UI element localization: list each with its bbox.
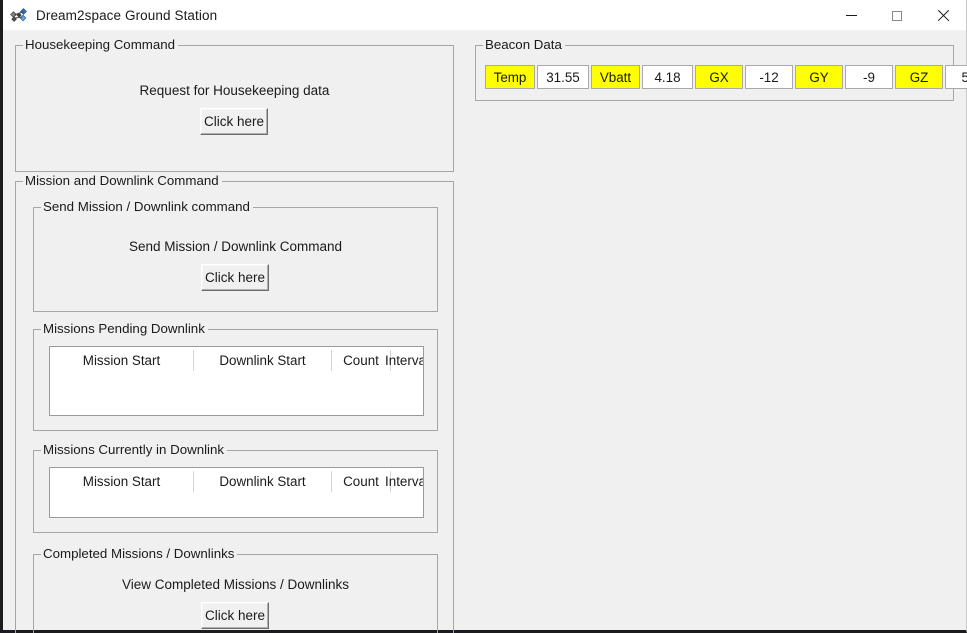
missions-current-group-title: Missions Currently in Downlink	[41, 443, 228, 457]
beacon-key-vbatt: Vbatt	[591, 65, 640, 89]
mission-downlink-group-title: Mission and Downlink Command	[23, 174, 222, 188]
beacon-value-gy: -9	[845, 65, 893, 89]
column-header: Interval	[385, 353, 423, 368]
title-bar: Dream2space Ground Station	[3, 0, 966, 31]
beacon-key-gz: GZ	[895, 65, 943, 89]
send-mission-downlink-group: Send Mission / Downlink command Send Mis…	[33, 200, 438, 312]
satellite-icon	[10, 6, 28, 24]
client-area: Housekeeping Command Request for Houseke…	[3, 31, 967, 633]
beacon-key-gx: GX	[695, 65, 743, 89]
housekeeping-prompt: Request for Housekeeping data	[139, 83, 330, 98]
send-mission-prompt: Send Mission / Downlink Command	[128, 239, 343, 254]
minimize-icon	[845, 15, 857, 16]
beacon-key-gy: GY	[795, 65, 843, 89]
window-controls	[828, 0, 966, 31]
column-header: Mission Start	[50, 350, 194, 371]
missions-current-table-header: Mission Start Downlink Start Count Inter…	[50, 468, 423, 495]
beacon-data-group: Beacon Data Temp 31.55 Vbatt 4.18 GX -12…	[475, 38, 967, 101]
completed-missions-click-here-button[interactable]: Click here	[201, 602, 269, 629]
column-header: Mission Start	[50, 471, 194, 492]
housekeeping-click-here-button[interactable]: Click here	[200, 108, 268, 135]
missions-current-table[interactable]: Mission Start Downlink Start Count Inter…	[49, 467, 424, 518]
completed-missions-prompt: View Completed Missions / Downlinks	[121, 577, 350, 592]
column-header: Count	[332, 350, 391, 371]
beacon-data-row: Temp 31.55 Vbatt 4.18 GX -12 GY -9 GZ 50	[485, 65, 967, 89]
completed-missions-group: Completed Missions / Downlinks View Comp…	[33, 547, 438, 633]
app-window: { "window": { "title": "Dream2space Grou…	[0, 0, 967, 633]
column-header: Interval	[385, 474, 423, 489]
beacon-value-vbatt: 4.18	[642, 65, 693, 89]
send-mission-group-title: Send Mission / Downlink command	[41, 200, 253, 214]
mission-downlink-command-group: Mission and Downlink Command Send Missio…	[15, 174, 454, 633]
column-header: Downlink Start	[194, 471, 332, 492]
column-header: Downlink Start	[194, 350, 332, 371]
housekeeping-command-group: Housekeeping Command Request for Houseke…	[15, 38, 454, 172]
missions-pending-table[interactable]: Mission Start Downlink Start Count Inter…	[49, 346, 424, 416]
completed-missions-group-title: Completed Missions / Downlinks	[41, 547, 238, 561]
beacon-key-temp: Temp	[485, 65, 535, 89]
missions-pending-table-header: Mission Start Downlink Start Count Inter…	[50, 347, 423, 374]
missions-pending-group-title: Missions Pending Downlink	[41, 322, 208, 336]
maximize-icon	[892, 10, 902, 21]
minimize-button[interactable]	[828, 0, 874, 31]
window-title: Dream2space Ground Station	[36, 7, 218, 23]
close-button[interactable]	[920, 0, 966, 31]
missions-pending-downlink-group: Missions Pending Downlink Mission Start …	[33, 322, 438, 431]
housekeeping-group-title: Housekeeping Command	[23, 38, 179, 52]
beacon-value-gx: -12	[745, 65, 793, 89]
column-header: Count	[332, 471, 391, 492]
missions-current-downlink-group: Missions Currently in Downlink Mission S…	[33, 443, 438, 533]
beacon-value-gz: 50	[945, 65, 967, 89]
close-icon	[937, 10, 949, 22]
send-mission-click-here-button[interactable]: Click here	[201, 264, 269, 291]
beacon-group-title: Beacon Data	[483, 38, 565, 52]
maximize-button[interactable]	[874, 0, 920, 31]
beacon-value-temp: 31.55	[537, 65, 589, 89]
